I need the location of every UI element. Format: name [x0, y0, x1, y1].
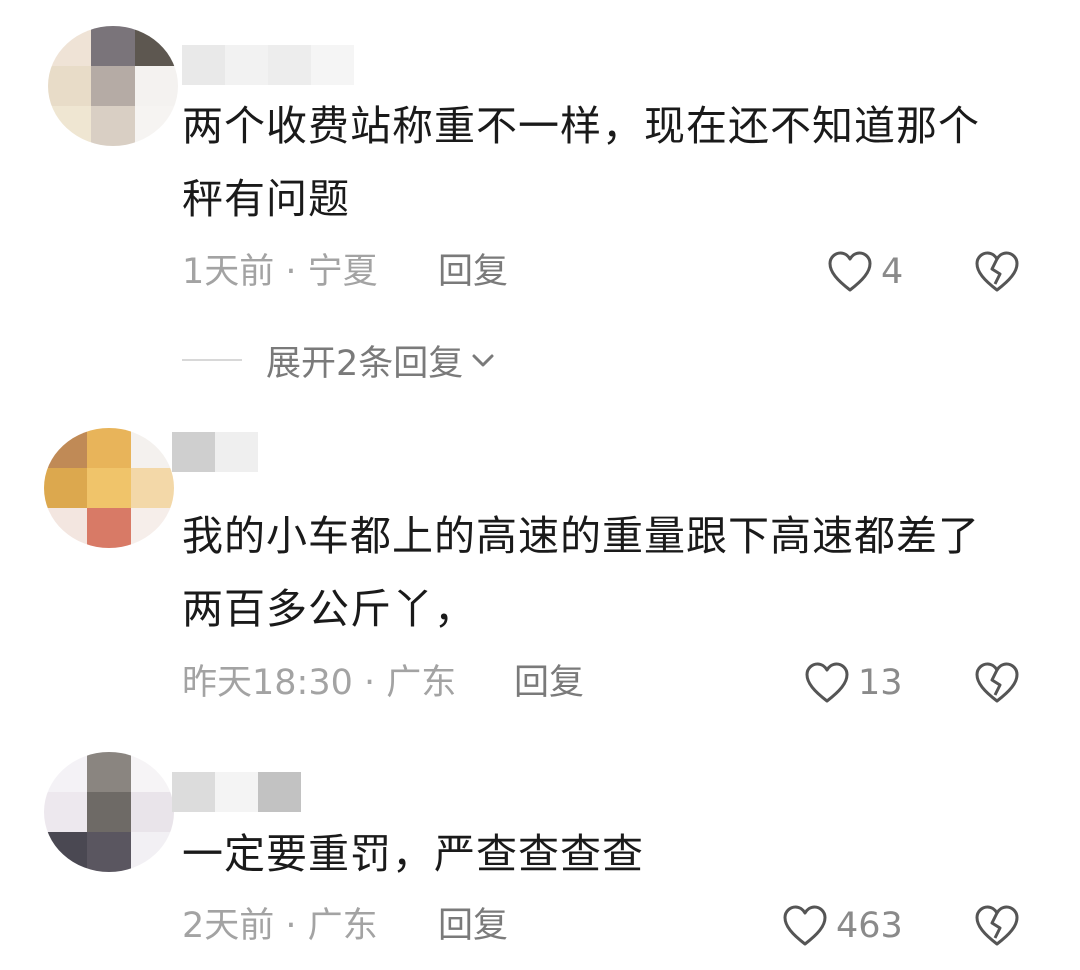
like-count: 13: [858, 663, 903, 703]
username[interactable]: [182, 45, 354, 85]
avatar[interactable]: [44, 428, 174, 548]
comment-meta: 2天前 · 广东 回复 463: [182, 896, 1042, 956]
comment-meta: 1天前 · 宁夏 回复 4: [182, 242, 1042, 302]
broken-heart-icon[interactable]: [974, 250, 1020, 294]
comment-text: 我的小车都上的高速的重量跟下高速都差了两百多公斤丫，: [182, 512, 980, 633]
like-count: 4: [881, 252, 904, 292]
username[interactable]: [172, 772, 301, 812]
username[interactable]: [172, 432, 258, 472]
avatar[interactable]: [44, 752, 174, 872]
chevron-down-icon: [472, 354, 494, 367]
comment-text: 两个收费站称重不一样，现在还不知道那个秤有问题: [182, 102, 980, 223]
reply-button[interactable]: 回复: [438, 896, 508, 956]
like-button[interactable]: 463: [782, 900, 903, 952]
comment-meta: 昨天18:30 · 广东 回复 13: [182, 653, 1042, 713]
comment-time-location: 昨天18:30 · 广东: [182, 663, 457, 703]
like-button[interactable]: 4: [827, 246, 903, 298]
heart-outline-icon: [828, 251, 872, 292]
reply-button[interactable]: 回复: [514, 653, 584, 713]
heart-outline-icon: [783, 905, 827, 946]
reply-button[interactable]: 回复: [438, 242, 508, 302]
heart-outline-icon: [805, 662, 849, 703]
broken-heart-icon[interactable]: [974, 661, 1020, 705]
broken-heart-icon[interactable]: [974, 904, 1020, 948]
comment-time-location: 1天前 · 宁夏: [182, 252, 378, 292]
comment-time-location: 2天前 · 广东: [182, 906, 378, 946]
avatar[interactable]: [48, 26, 178, 146]
like-button[interactable]: 13: [804, 657, 903, 709]
comment-text: 一定要重罚，严查查查查: [182, 830, 644, 878]
divider: [182, 359, 242, 361]
expand-replies-label: 展开2条回复: [266, 343, 464, 384]
expand-replies-button[interactable]: 展开2条回复: [182, 332, 682, 388]
like-count: 463: [836, 906, 903, 946]
